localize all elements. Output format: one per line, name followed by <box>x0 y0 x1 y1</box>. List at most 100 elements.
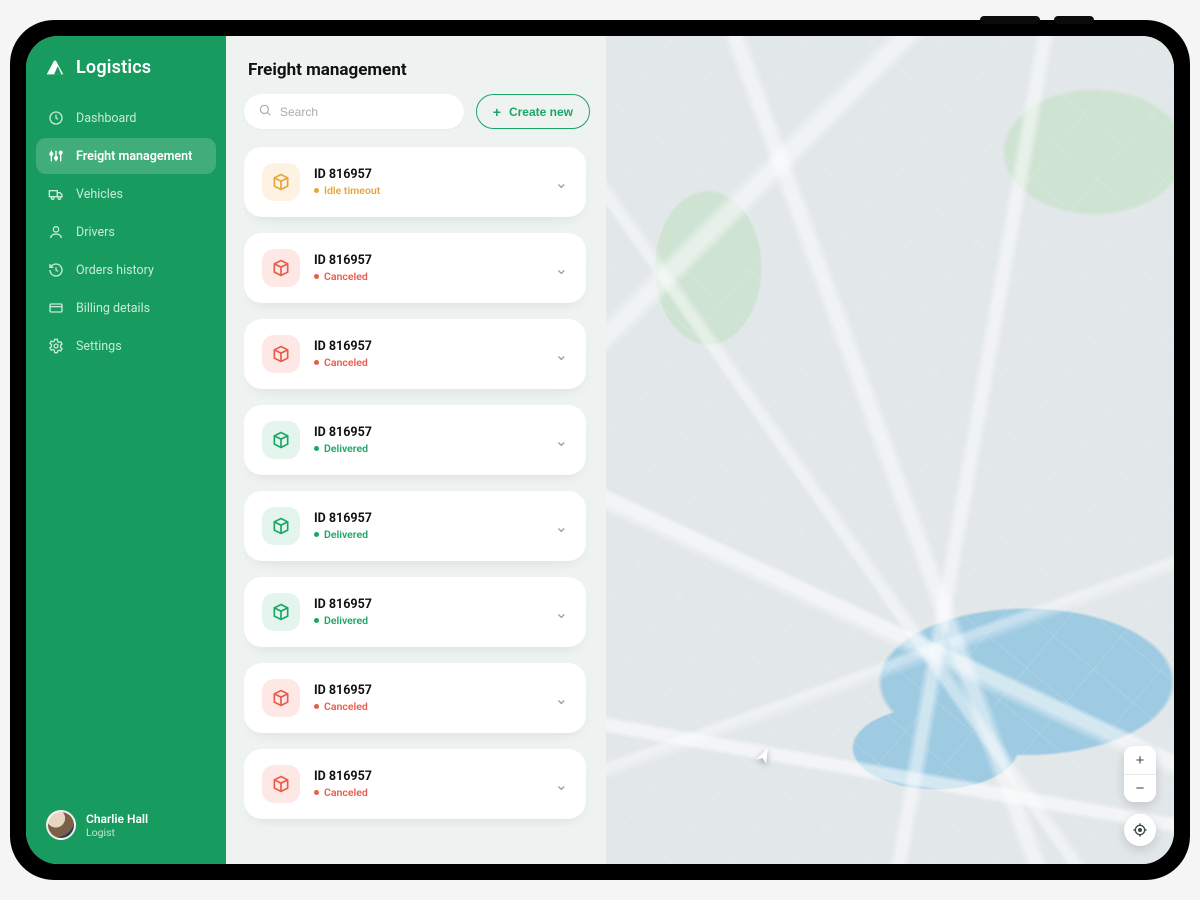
chevron-down-icon[interactable]: ⌄ <box>555 603 568 622</box>
sidebar-item-label: Orders history <box>76 263 154 278</box>
tablet-frame: Logistics Dashboard Freight management Veh… <box>10 20 1190 880</box>
user-badge[interactable]: Charlie Hall Logist <box>36 802 216 848</box>
sidebar-item-label: Settings <box>76 339 122 354</box>
sidebar-item-label: Dashboard <box>76 111 136 126</box>
freight-info: ID 816957 Canceled <box>314 253 541 283</box>
user-role: Logist <box>86 826 148 839</box>
app-screen: Logistics Dashboard Freight management Veh… <box>26 36 1174 864</box>
map[interactable]: + − <box>606 36 1174 864</box>
freight-card[interactable]: ID 816957 Canceled ⌄ <box>244 749 586 819</box>
card-icon <box>48 300 64 316</box>
status-dot-icon <box>314 274 319 279</box>
status-dot-icon <box>314 188 319 193</box>
freight-card[interactable]: ID 816957 Canceled ⌄ <box>244 319 586 389</box>
sidebar-item-vehicles[interactable]: Vehicles <box>36 176 216 212</box>
sidebar-item-label: Vehicles <box>76 187 123 202</box>
history-icon <box>48 262 64 278</box>
status-dot-icon <box>314 532 319 537</box>
package-icon <box>262 163 300 201</box>
status-label: Delivered <box>324 442 368 455</box>
user-name: Charlie Hall <box>86 812 148 826</box>
zoom-out-button[interactable]: − <box>1124 774 1156 802</box>
brand-name: Logistics <box>76 57 151 78</box>
user-meta: Charlie Hall Logist <box>86 812 148 839</box>
sidebar-item-settings[interactable]: Settings <box>36 328 216 364</box>
sidebar-item-freight-management[interactable]: Freight management <box>36 138 216 174</box>
chevron-down-icon[interactable]: ⌄ <box>555 345 568 364</box>
freight-id: ID 816957 <box>314 167 541 182</box>
freight-info: ID 816957 Canceled <box>314 769 541 799</box>
package-icon <box>262 421 300 459</box>
sidebar-item-drivers[interactable]: Drivers <box>36 214 216 250</box>
logo-icon <box>44 56 66 78</box>
chevron-down-icon[interactable]: ⌄ <box>555 689 568 708</box>
freight-info: ID 816957 Delivered <box>314 425 541 455</box>
status-label: Canceled <box>324 700 368 713</box>
sidebar-item-label: Freight management <box>76 149 192 164</box>
freight-panel: Freight management + Create new ID 81695… <box>226 36 606 864</box>
clock-icon <box>48 110 64 126</box>
chevron-down-icon[interactable]: ⌄ <box>555 431 568 450</box>
user-icon <box>48 224 64 240</box>
status-dot-icon <box>314 790 319 795</box>
search-input[interactable] <box>280 105 450 119</box>
freight-card[interactable]: ID 816957 Delivered ⌄ <box>244 491 586 561</box>
search-field[interactable] <box>244 94 464 129</box>
freight-id: ID 816957 <box>314 253 541 268</box>
status-badge: Delivered <box>314 614 541 627</box>
freight-card[interactable]: ID 816957 Canceled ⌄ <box>244 233 586 303</box>
sidebar-item-label: Billing details <box>76 301 150 316</box>
search-icon <box>258 102 272 121</box>
status-badge: Canceled <box>314 270 541 283</box>
freight-card[interactable]: ID 816957 Idle timeout ⌄ <box>244 147 586 217</box>
chevron-down-icon[interactable]: ⌄ <box>555 173 568 192</box>
locate-me-button[interactable] <box>1124 814 1156 846</box>
status-dot-icon <box>314 360 319 365</box>
avatar <box>46 810 76 840</box>
package-icon <box>262 765 300 803</box>
chevron-down-icon[interactable]: ⌄ <box>555 259 568 278</box>
sidebar-item-label: Drivers <box>76 225 115 240</box>
freight-info: ID 816957 Canceled <box>314 339 541 369</box>
status-dot-icon <box>314 704 319 709</box>
toolbar: + Create new <box>244 94 590 129</box>
status-label: Delivered <box>324 528 368 541</box>
chevron-down-icon[interactable]: ⌄ <box>555 517 568 536</box>
package-icon <box>262 679 300 717</box>
freight-id: ID 816957 <box>314 425 541 440</box>
freight-list[interactable]: ID 816957 Idle timeout ⌄ ID 816957 Canceled ⌄… <box>244 147 590 827</box>
freight-card[interactable]: ID 816957 Delivered ⌄ <box>244 405 586 475</box>
zoom-control: + − <box>1124 746 1156 802</box>
status-badge: Canceled <box>314 356 541 369</box>
sidebar-item-billing-details[interactable]: Billing details <box>36 290 216 326</box>
status-label: Canceled <box>324 786 368 799</box>
freight-info: ID 816957 Canceled <box>314 683 541 713</box>
freight-id: ID 816957 <box>314 769 541 784</box>
status-label: Idle timeout <box>324 184 380 197</box>
page-title: Freight management <box>248 60 586 80</box>
sidebar-item-dashboard[interactable]: Dashboard <box>36 100 216 136</box>
create-new-button[interactable]: + Create new <box>476 94 590 129</box>
freight-card[interactable]: ID 816957 Canceled ⌄ <box>244 663 586 733</box>
freight-id: ID 816957 <box>314 683 541 698</box>
status-badge: Canceled <box>314 700 541 713</box>
package-icon <box>262 249 300 287</box>
location-arrow-icon <box>754 748 772 770</box>
freight-id: ID 816957 <box>314 339 541 354</box>
package-icon <box>262 507 300 545</box>
sidebar-item-orders-history[interactable]: Orders history <box>36 252 216 288</box>
freight-id: ID 816957 <box>314 511 541 526</box>
sliders-icon <box>48 148 64 164</box>
freight-id: ID 816957 <box>314 597 541 612</box>
zoom-in-button[interactable]: + <box>1124 746 1156 774</box>
status-dot-icon <box>314 618 319 623</box>
freight-card[interactable]: ID 816957 Delivered ⌄ <box>244 577 586 647</box>
package-icon <box>262 335 300 373</box>
status-label: Canceled <box>324 356 368 369</box>
status-badge: Canceled <box>314 786 541 799</box>
map-controls: + − <box>1124 746 1156 846</box>
sidebar: Logistics Dashboard Freight management Veh… <box>26 36 226 864</box>
package-icon <box>262 593 300 631</box>
chevron-down-icon[interactable]: ⌄ <box>555 775 568 794</box>
freight-info: ID 816957 Delivered <box>314 511 541 541</box>
